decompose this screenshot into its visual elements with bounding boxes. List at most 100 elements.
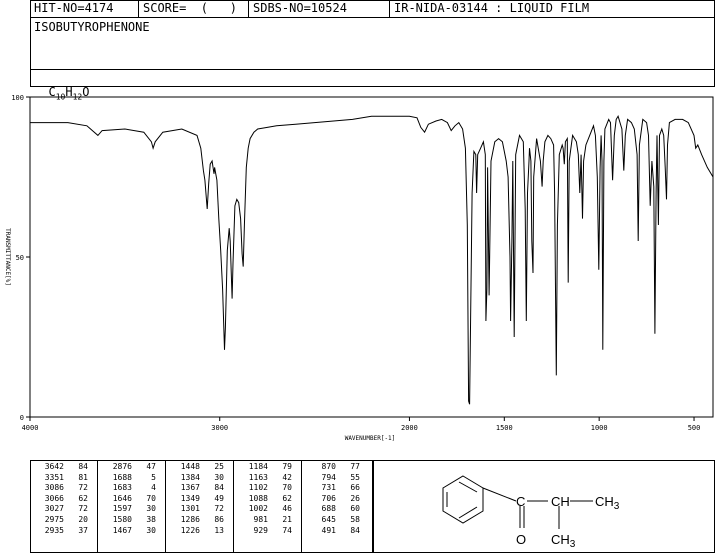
peak-wavenumber: 731: [321, 483, 336, 493]
peak-transmittance: 4: [151, 483, 156, 493]
peak-transmittance: 77: [350, 462, 360, 471]
peak-transmittance: 81: [78, 472, 88, 482]
peak-row: 1226 13: [172, 526, 224, 537]
peak-row: 645 58: [308, 515, 360, 526]
plot-frame: [29, 96, 714, 418]
peak-wavenumber: 3642: [44, 462, 64, 471]
spectrum-line: [30, 114, 714, 405]
y-tick-label: 100: [11, 94, 24, 102]
peak-wavenumber: 706: [321, 493, 336, 503]
peak-transmittance: 70: [282, 483, 292, 493]
x-tick-label: 1000: [591, 424, 608, 432]
methyl-label: CH3: [551, 532, 576, 550]
peak-wavenumber: 3027: [44, 504, 64, 514]
y-axis-label: TRANSMITTANCE[%]: [4, 228, 11, 286]
peak-transmittance: 84: [350, 525, 360, 535]
peak-table-divider: [165, 460, 166, 553]
peak-wavenumber: 645: [321, 514, 336, 524]
peak-transmittance: 42: [282, 472, 292, 482]
peak-wavenumber: 1301: [180, 504, 200, 514]
peak-wavenumber: 1688: [112, 472, 132, 482]
peak-row: 1646 70: [104, 494, 156, 505]
peak-row: 1580 38: [104, 515, 156, 526]
peak-transmittance: 20: [78, 514, 88, 524]
peak-row: 1184 79: [240, 462, 292, 473]
peak-wavenumber: 1384: [180, 472, 200, 482]
peak-transmittance: 37: [78, 525, 88, 535]
peak-row: 3351 81: [36, 473, 88, 484]
peak-row: 2975 20: [36, 515, 88, 526]
peak-table-divider: [233, 460, 234, 553]
peak-transmittance: 30: [146, 504, 156, 514]
peak-row: 2935 37: [36, 526, 88, 537]
x-tick-label: 2000: [401, 424, 418, 432]
ir-info: IR-NIDA-03144 : LIQUID FILM: [394, 1, 590, 15]
peak-column: 1184 79 1163 42 1102 70 1088 62 1002 46 981 21 929 74: [240, 462, 292, 536]
peak-wavenumber: 929: [253, 525, 268, 535]
peak-row: 1448 25: [172, 462, 224, 473]
peak-wavenumber: 2876: [112, 462, 132, 471]
peak-row: 1349 49: [172, 494, 224, 505]
peak-transmittance: 26: [350, 493, 360, 503]
peak-wavenumber: 1349: [180, 493, 200, 503]
peak-row: 929 74: [240, 526, 292, 537]
peak-wavenumber: 870: [321, 462, 336, 471]
peak-row: 3027 72: [36, 504, 88, 515]
peak-transmittance: 47: [146, 462, 156, 471]
peak-transmittance: 21: [282, 514, 292, 524]
methyl-label: CH3: [595, 494, 620, 512]
peak-wavenumber: 1102: [248, 483, 268, 493]
peak-row: 1301 72: [172, 504, 224, 515]
peak-wavenumber: 1286: [180, 514, 200, 524]
peak-wavenumber: 1002: [248, 504, 268, 514]
peak-transmittance: 84: [214, 483, 224, 493]
peak-transmittance: 60: [350, 504, 360, 514]
peak-table-divider: [97, 460, 98, 553]
peak-transmittance: 74: [282, 525, 292, 535]
peak-wavenumber: 1226: [180, 525, 200, 535]
peak-column: 1448 25 1384 30 1367 84 1349 49 1301 72 1286 86 1226…: [172, 462, 224, 536]
peak-transmittance: 62: [78, 493, 88, 503]
y-tick-label: 50: [16, 254, 24, 262]
peak-wavenumber: 1163: [248, 472, 268, 482]
peak-wavenumber: 3066: [44, 493, 64, 503]
peak-transmittance: 49: [214, 493, 224, 503]
peak-transmittance: 38: [146, 514, 156, 524]
peak-transmittance: 30: [146, 525, 156, 535]
peak-transmittance: 72: [78, 504, 88, 514]
peak-wavenumber: 3351: [44, 472, 64, 482]
peak-row: 794 55: [308, 473, 360, 484]
peak-transmittance: 30: [214, 472, 224, 482]
peak-column: 870 77 794 55 731 66 706 26 688 60 645 58 491 84: [308, 462, 360, 536]
x-tick-label: 3000: [211, 424, 228, 432]
peak-row: 1384 30: [172, 473, 224, 484]
peak-row: 706 26: [308, 494, 360, 505]
y-tick-label: 0: [20, 414, 24, 422]
peak-row: 731 66: [308, 483, 360, 494]
peak-row: 1102 70: [240, 483, 292, 494]
peak-wavenumber: 1184: [248, 462, 268, 471]
formula-divider: [30, 69, 715, 70]
hit-number: HIT-NO=4174: [30, 0, 139, 17]
peak-transmittance: 55: [350, 472, 360, 482]
peak-row: 1467 30: [104, 526, 156, 537]
oxygen-label: O: [516, 532, 526, 547]
sdbs-number: SDBS-NO=10524: [249, 0, 390, 17]
peak-transmittance: 66: [350, 483, 360, 493]
bond: [482, 487, 517, 502]
peak-transmittance: 13: [214, 525, 224, 535]
peak-transmittance: 86: [214, 514, 224, 524]
peak-row: 3066 62: [36, 494, 88, 505]
peak-transmittance: 62: [282, 493, 292, 503]
peak-transmittance: 79: [282, 462, 292, 471]
score: SCORE= ( ): [139, 0, 249, 17]
compound-name: ISOBUTYROPHENONE: [34, 20, 150, 34]
peak-row: 1088 62: [240, 494, 292, 505]
peak-transmittance: 72: [78, 483, 88, 493]
peak-transmittance: 46: [282, 504, 292, 514]
ir-spectrum-chart: 4000 3000 2000 1500 1000 500100500 WAVENUMBER…: [4, 94, 714, 442]
peak-row: 870 77: [308, 462, 360, 473]
peak-wavenumber: 1646: [112, 493, 132, 503]
peak-wavenumber: 1467: [112, 525, 132, 535]
peak-wavenumber: 794: [321, 472, 336, 482]
